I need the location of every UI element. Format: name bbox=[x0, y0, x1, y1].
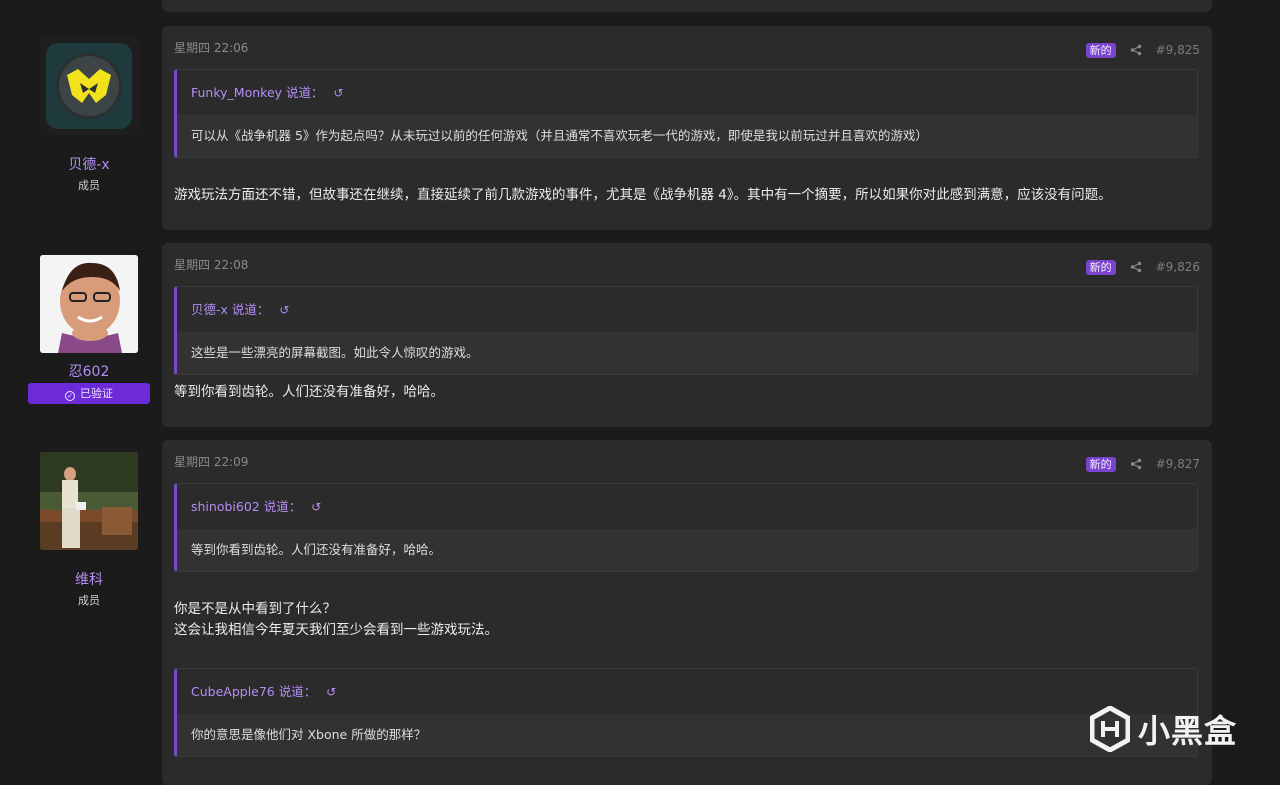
post-meta: 新的 #9,825 bbox=[1085, 41, 1200, 59]
post-card: 星期四 22:09 新的 #9,827 shinobi602 说道： ↺ 等到你看… bbox=[162, 440, 1212, 785]
quote-author[interactable]: CubeApple76 说道： bbox=[191, 684, 316, 699]
post-number[interactable]: #9,825 bbox=[1156, 43, 1200, 57]
post-body-line: 这会让我相信今年夏天我们至少会看到一些游戏玩法。 bbox=[174, 622, 498, 638]
post-body: 游戏玩法方面还不错，但故事还在继续，直接延续了前几款游戏的事件，尤其是《战争机器… bbox=[174, 187, 1112, 203]
post-body: 你是不是从中看到了什么？ 这会让我相信今年夏天我们至少会看到一些游戏玩法。 bbox=[174, 599, 498, 641]
share-icon[interactable] bbox=[1130, 458, 1142, 470]
post-body-line: 你是不是从中看到了什么？ bbox=[174, 601, 336, 617]
username[interactable]: 贝德-x bbox=[28, 154, 150, 174]
jump-to-quote-icon[interactable]: ↺ bbox=[334, 86, 344, 100]
check-icon: ✓ bbox=[65, 391, 75, 401]
quote-block: CubeApple76 说道： ↺ 你的意思是像他们对 Xbone 所做的那样？ bbox=[174, 668, 1198, 757]
quote-header: Funky_Monkey 说道： ↺ bbox=[177, 70, 1197, 115]
new-badge: 新的 bbox=[1085, 259, 1116, 275]
watermark: 小黑盒 bbox=[1090, 706, 1237, 752]
user-role: 成员 bbox=[78, 179, 100, 192]
quote-header: shinobi602 说道： ↺ bbox=[177, 484, 1197, 529]
quote-text: 等到你看到齿轮。人们还没有准备好，哈哈。 bbox=[177, 529, 1197, 571]
jump-to-quote-icon[interactable]: ↺ bbox=[326, 685, 336, 699]
quote-block: shinobi602 说道： ↺ 等到你看到齿轮。人们还没有准备好，哈哈。 bbox=[174, 483, 1198, 572]
verified-badge: ✓ 已验证 bbox=[28, 383, 150, 404]
quote-text: 可以从《战争机器 5》作为起点吗？从未玩过以前的任何游戏（并且通常不喜欢玩老一代… bbox=[177, 115, 1197, 157]
post-date[interactable]: 星期四 22:06 bbox=[174, 39, 248, 56]
avatar[interactable] bbox=[40, 452, 138, 550]
post-card: 星期四 22:08 新的 #9,826 贝德-x 说道： ↺ 这些是一些漂亮的屏幕… bbox=[162, 243, 1212, 427]
post-meta: 新的 #9,826 bbox=[1085, 258, 1200, 276]
share-icon[interactable] bbox=[1130, 261, 1142, 273]
new-badge: 新的 bbox=[1085, 456, 1116, 472]
quote-text: 你的意思是像他们对 Xbone 所做的那样？ bbox=[177, 714, 1197, 756]
username[interactable]: 忍602 bbox=[28, 361, 150, 381]
avatar[interactable] bbox=[40, 37, 138, 135]
quote-author[interactable]: shinobi602 说道： bbox=[191, 499, 301, 514]
quote-author[interactable]: Funky_Monkey 说道： bbox=[191, 85, 324, 100]
verified-label: 已验证 bbox=[80, 387, 113, 400]
jump-to-quote-icon[interactable]: ↺ bbox=[279, 303, 289, 317]
quote-block: Funky_Monkey 说道： ↺ 可以从《战争机器 5》作为起点吗？从未玩过以… bbox=[174, 69, 1198, 158]
quote-author[interactable]: 贝德-x 说道： bbox=[191, 302, 269, 317]
quote-text: 这些是一些漂亮的屏幕截图。如此令人惊叹的游戏。 bbox=[177, 332, 1197, 374]
post-number[interactable]: #9,826 bbox=[1156, 260, 1200, 274]
quote-header: 贝德-x 说道： ↺ bbox=[177, 287, 1197, 332]
quote-header: CubeApple76 说道： ↺ bbox=[177, 669, 1197, 714]
post-date[interactable]: 星期四 22:09 bbox=[174, 453, 248, 470]
quote-block: 贝德-x 说道： ↺ 这些是一些漂亮的屏幕截图。如此令人惊叹的游戏。 bbox=[174, 286, 1198, 375]
xiaoheihe-logo-icon bbox=[1090, 706, 1130, 752]
username[interactable]: 维科 bbox=[28, 569, 150, 589]
post-date[interactable]: 星期四 22:08 bbox=[174, 256, 248, 273]
post-number[interactable]: #9,827 bbox=[1156, 457, 1200, 471]
share-icon[interactable] bbox=[1130, 44, 1142, 56]
previous-post-card bbox=[162, 0, 1212, 12]
post-meta: 新的 #9,827 bbox=[1085, 455, 1200, 473]
jump-to-quote-icon[interactable]: ↺ bbox=[311, 500, 321, 514]
user-role: 成员 bbox=[78, 594, 100, 607]
avatar[interactable] bbox=[40, 255, 138, 353]
watermark-text: 小黑盒 bbox=[1138, 712, 1238, 750]
post-card: 星期四 22:06 新的 #9,825 Funky_Monkey 说道： ↺ 可以… bbox=[162, 26, 1212, 230]
new-badge: 新的 bbox=[1085, 42, 1116, 58]
post-body: 等到你看到齿轮。人们还没有准备好，哈哈。 bbox=[174, 384, 444, 400]
